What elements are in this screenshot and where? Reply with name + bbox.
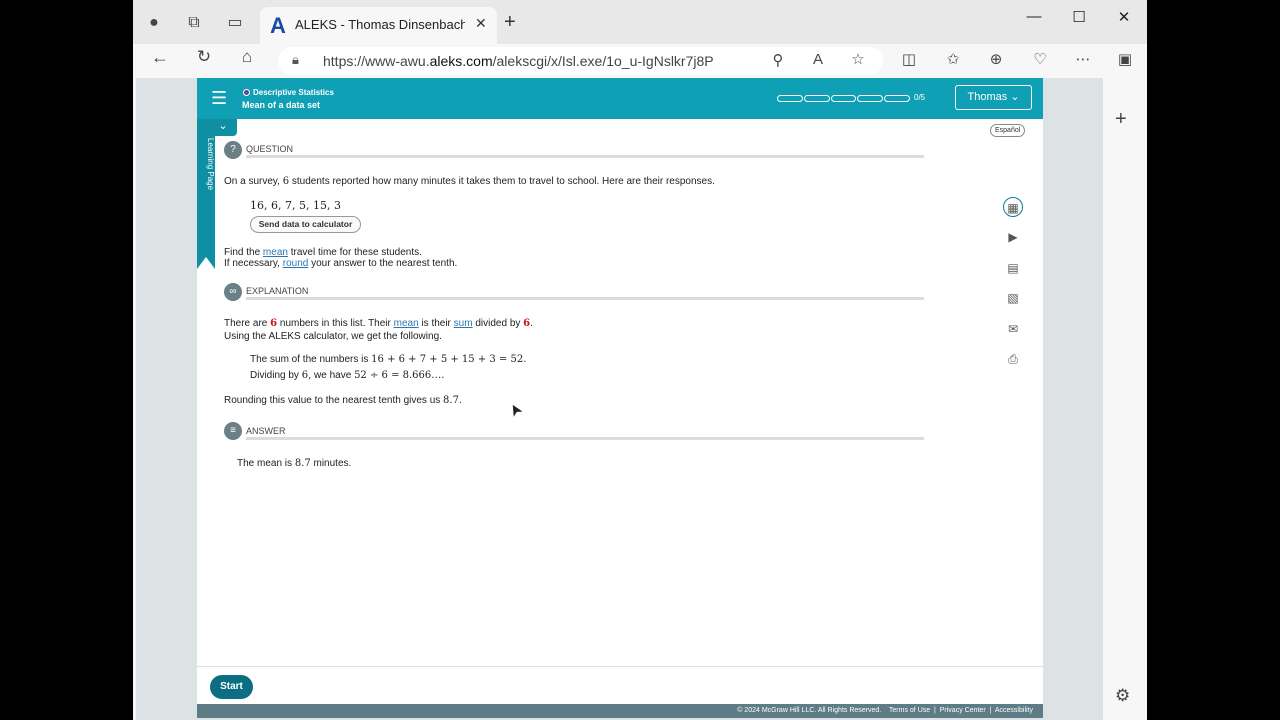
ebook-icon[interactable]: ▤ (1003, 258, 1023, 278)
accessibility-link[interactable]: Accessibility (995, 707, 1033, 714)
topic-dot-icon (243, 89, 250, 97)
progress-segment (830, 95, 857, 102)
split-screen-icon[interactable]: ◫ (897, 50, 921, 68)
tab-actions-icon[interactable]: ▭ (224, 12, 246, 34)
calculator-icon[interactable]: ▦ (1003, 197, 1023, 217)
question-divider (246, 155, 924, 158)
answer-label: ANSWER (246, 426, 286, 436)
menu-icon[interactable]: ☰ (211, 88, 227, 109)
progress-bar (777, 95, 910, 102)
page-viewport: ☰ Descriptive Statistics Mean of a data … (136, 78, 1104, 720)
terms-link[interactable]: Terms of Use (889, 707, 930, 714)
find-text: Find the mean travel time for these stud… (224, 247, 422, 258)
round-text: If necessary, round your answer to the n… (224, 258, 458, 269)
progress-segment (803, 95, 830, 102)
settings-gear-icon[interactable]: ⚙ (1115, 686, 1130, 706)
divide-line: Dividing by 6, we have 52 ÷ 6 = 8.666…. (250, 370, 445, 381)
user-menu-button[interactable]: Thomas ⌄ (955, 85, 1032, 110)
maximize-icon[interactable]: ☐ (1064, 8, 1094, 26)
print-icon[interactable]: ⎙ (1003, 349, 1023, 369)
espanol-button[interactable]: Español (990, 124, 1026, 137)
question-text: On a survey, 6 students reported how man… (224, 176, 715, 187)
new-tab-icon[interactable]: + (504, 11, 516, 34)
progress-segment (777, 95, 803, 102)
sum-link[interactable]: sum (454, 318, 473, 329)
browser-window: ● ⧉ ▭ A ALEKS - Thomas Dinsenbacher - ✕ … (133, 0, 1147, 720)
close-tab-icon[interactable]: ✕ (475, 15, 487, 32)
close-window-icon[interactable]: ✕ (1109, 8, 1139, 26)
image-icon[interactable]: ▧ (1003, 288, 1023, 308)
video-icon[interactable]: ▶ (1003, 227, 1023, 247)
round-link[interactable]: round (283, 258, 309, 269)
add-sidebar-icon[interactable]: + (1115, 108, 1127, 131)
answer-text: The mean is 8.7 minutes. (237, 458, 352, 469)
address-bar: ← ↻ ⌂ 🔒︎ https://www-awu.aleks.com/aleks… (133, 44, 1147, 78)
explanation-divider (246, 297, 924, 300)
favorite-star-icon[interactable]: ☆ (846, 50, 870, 68)
workspaces-icon[interactable]: ⧉ (183, 12, 205, 34)
explanation-label: EXPLANATION (246, 286, 309, 296)
back-icon[interactable]: ← (148, 47, 172, 68)
collapse-chevron-icon[interactable]: ⌄ (209, 119, 237, 136)
mail-icon[interactable]: ✉ (1003, 319, 1023, 339)
question-icon: ? (224, 141, 242, 159)
progress-segment (884, 95, 910, 102)
aleks-header: ☰ Descriptive Statistics Mean of a data … (197, 78, 1043, 119)
tab-title: ALEKS - Thomas Dinsenbacher - (295, 17, 465, 32)
question-label: QUESTION (246, 144, 294, 154)
lesson-title: Mean of a data set (242, 100, 321, 110)
explanation-icon: ∞ (224, 283, 242, 301)
aleks-page: ☰ Descriptive Statistics Mean of a data … (197, 78, 1043, 718)
profile-icon[interactable]: ● (143, 12, 165, 34)
topic-label: Descriptive Statistics (243, 88, 334, 97)
answer-divider (246, 437, 924, 440)
rounding-line: Rounding this value to the nearest tenth… (224, 395, 463, 406)
sum-line: The sum of the numbers is 16 + 6 + 7 + 5… (250, 354, 527, 365)
learning-page-label: Learning Page (206, 138, 215, 191)
tab-aleks[interactable]: A ALEKS - Thomas Dinsenbacher - ✕ (260, 7, 497, 44)
more-icon[interactable]: ⋯ (1071, 50, 1095, 68)
answer-icon: ≡ (224, 422, 242, 440)
edge-sidebar: + ⚙ (1103, 78, 1147, 720)
privacy-link[interactable]: Privacy Center (940, 707, 986, 714)
explanation-line-1: There are 6 numbers in this list. Their … (224, 318, 533, 329)
mean-link-2[interactable]: mean (394, 318, 419, 329)
health-icon[interactable]: ♡ (1028, 50, 1052, 68)
data-list: 16, 6, 7, 5, 15, 3 (250, 199, 341, 212)
sidebar-toggle-icon[interactable]: ▣ (1113, 50, 1137, 68)
url-text: https://www-awu.aleks.com/alekscgi/x/Isl… (323, 53, 713, 69)
read-aloud-icon[interactable]: A (806, 51, 830, 68)
url-field[interactable]: 🔒︎ https://www-awu.aleks.com/alekscgi/x/… (278, 47, 883, 75)
collections-icon[interactable]: ⊕ (984, 50, 1008, 68)
refresh-icon[interactable]: ↻ (192, 47, 216, 67)
favorites-icon[interactable]: ✩ (941, 50, 965, 68)
progress-segment (857, 95, 884, 102)
mean-link[interactable]: mean (263, 247, 288, 258)
home-icon[interactable]: ⌂ (235, 47, 259, 67)
minimize-icon[interactable]: — (1019, 8, 1049, 25)
footer: © 2024 McGraw Hill LLC. All Rights Reser… (197, 704, 1043, 718)
explanation-line-2: Using the ALEKS calculator, we get the f… (224, 331, 442, 342)
send-data-button[interactable]: Send data to calculator (250, 216, 361, 233)
zoom-icon[interactable]: ⚲ (766, 51, 790, 69)
bottom-bar: Start (197, 666, 1043, 706)
lock-icon[interactable]: 🔒︎ (292, 52, 299, 68)
progress-text: 0/5 (914, 93, 926, 102)
aleks-logo-icon: A (270, 13, 286, 38)
start-button[interactable]: Start (210, 675, 253, 699)
tab-bar: ● ⧉ ▭ A ALEKS - Thomas Dinsenbacher - ✕ … (133, 0, 1147, 44)
